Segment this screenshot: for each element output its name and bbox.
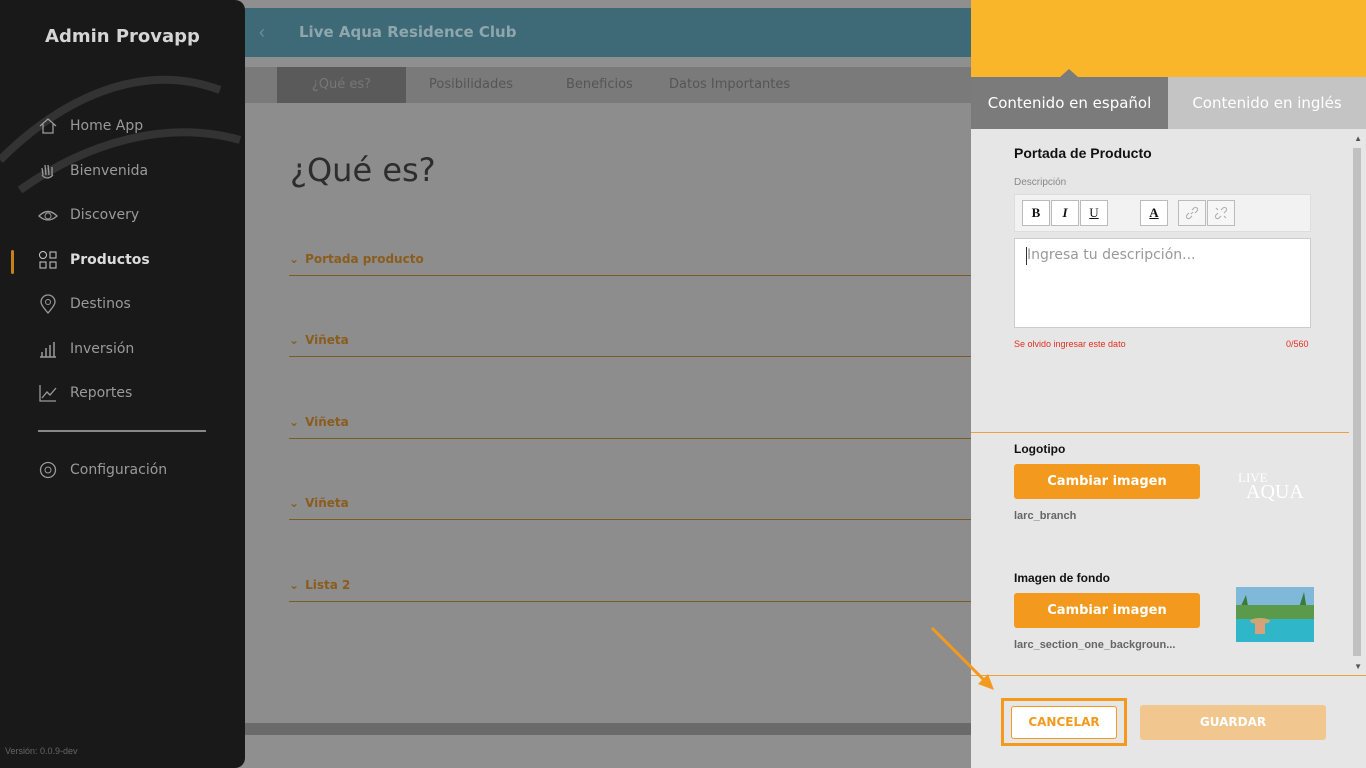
error-message: Se olvido ingresar este dato — [1014, 339, 1126, 349]
chevron-down-icon: ⌄ — [289, 578, 300, 592]
sidebar-item-label: Reportes — [70, 385, 133, 401]
grid-icon — [39, 251, 57, 269]
character-counter: 0/560 — [1286, 339, 1309, 349]
panel-footer: CANCELAR GUARDAR — [971, 675, 1366, 768]
accordion-label: Lista 2 — [305, 578, 351, 592]
chevron-down-icon: ⌄ — [289, 252, 300, 266]
line-chart-icon — [39, 385, 57, 402]
sidebar-item-label: Inversión — [70, 341, 135, 357]
sidebar-item-configuracion[interactable]: Configuración — [38, 460, 167, 480]
active-indicator — [11, 250, 14, 274]
gear-icon — [39, 461, 57, 479]
underline-button[interactable]: U — [1080, 200, 1108, 226]
main-content: ¿Qué es? ⌄ Portada producto ⌄ Viñeta ⌄ Viñe… — [245, 103, 971, 723]
sidebar-item-inversion[interactable]: Inversión — [38, 339, 134, 359]
annotation-arrow-icon — [930, 626, 994, 690]
italic-button[interactable]: I — [1051, 200, 1079, 226]
chevron-down-icon: ⌄ — [289, 415, 300, 429]
page-title: ¿Qué es? — [290, 151, 436, 189]
accordion-label: Portada producto — [305, 252, 424, 266]
page-header: ‹ Live Aqua Residence Club — [245, 8, 971, 57]
sidebar-item-label: Discovery — [70, 207, 140, 223]
logo-text-bottom: AQUA — [1246, 481, 1304, 503]
unlink-icon[interactable] — [1207, 200, 1235, 226]
sidebar-item-label: Destinos — [70, 296, 131, 312]
sidebar: Admin Provapp Home App Bienvenida Discov… — [0, 0, 245, 768]
accordion-portada[interactable]: ⌄ Portada producto — [289, 252, 971, 276]
text-color-button[interactable]: A — [1140, 200, 1168, 226]
chevron-down-icon: ⌄ — [289, 333, 300, 347]
sidebar-item-label: Home App — [70, 118, 144, 134]
location-pin-icon — [40, 294, 56, 314]
bold-button[interactable]: B — [1022, 200, 1050, 226]
section-divider — [971, 432, 1349, 433]
sidebar-divider — [38, 430, 206, 432]
sidebar-item-home-app[interactable]: Home App — [38, 116, 143, 136]
description-label: Descripción — [1014, 177, 1067, 188]
sidebar-item-reportes[interactable]: Reportes — [38, 383, 132, 403]
accordion-label: Viñeta — [305, 333, 349, 347]
tab-posibilidades[interactable]: Posibilidades — [429, 67, 513, 103]
home-icon — [39, 118, 57, 134]
cover-title: Portada de Producto — [1014, 145, 1152, 161]
sidebar-item-destinos[interactable]: Destinos — [38, 294, 131, 314]
background-filename: larc_section_one_backgroun... — [1014, 639, 1176, 651]
logo-preview: LIVE AQUA — [1236, 466, 1316, 504]
tab-que-es[interactable]: ¿Qué es? — [277, 67, 406, 103]
active-tab-notch — [1060, 69, 1078, 77]
description-placeholder: Ingresa tu descripción... — [1027, 247, 1196, 263]
panel-header — [971, 0, 1366, 77]
tab-contenido-espanol[interactable]: Contenido en español — [971, 77, 1168, 129]
rich-text-toolbar: B I U A — [1014, 194, 1311, 232]
sidebar-item-label: Productos — [70, 252, 150, 268]
tab-datos-importantes[interactable]: Datos Importantes — [669, 67, 790, 103]
sidebar-item-bienvenida[interactable]: Bienvenida — [38, 161, 148, 181]
save-button[interactable]: GUARDAR — [1140, 705, 1326, 740]
sidebar-item-productos[interactable]: Productos — [38, 250, 150, 270]
sidebar-item-discovery[interactable]: Discovery — [38, 205, 139, 225]
cancel-button[interactable]: CANCELAR — [1011, 706, 1117, 739]
accordion-lista-2[interactable]: ⌄ Lista 2 — [289, 578, 971, 602]
description-editor[interactable]: Ingresa tu descripción... — [1014, 238, 1311, 328]
scroll-up-icon[interactable]: ▲ — [1354, 134, 1362, 143]
accordion-vineta-2[interactable]: ⌄ Viñeta — [289, 415, 971, 439]
wave-hand-icon — [41, 164, 54, 179]
tab-contenido-ingles[interactable]: Contenido en inglés — [1168, 77, 1366, 129]
sidebar-item-label: Configuración — [70, 462, 168, 478]
eye-icon — [38, 210, 58, 221]
scroll-down-icon[interactable]: ▼ — [1354, 662, 1362, 671]
tab-beneficios[interactable]: Beneficios — [566, 67, 633, 103]
background-section-title: Imagen de fondo — [1014, 571, 1110, 585]
accordion-label: Viñeta — [305, 496, 349, 510]
bar-chart-icon — [40, 342, 56, 358]
section-tabs: ¿Qué es? Posibilidades Beneficios Datos … — [245, 67, 971, 103]
horizontal-scrollbar[interactable] — [245, 723, 971, 735]
chevron-left-icon[interactable]: ‹ — [259, 22, 265, 43]
edit-panel: Contenido en español Contenido en inglés… — [971, 0, 1366, 768]
change-background-button[interactable]: Cambiar imagen — [1014, 593, 1200, 628]
logo-filename: larc_branch — [1014, 510, 1077, 522]
background-preview — [1236, 587, 1314, 642]
version-label: Versión: 0.0.9-dev — [5, 746, 78, 756]
accordion-label: Viñeta — [305, 415, 349, 429]
link-icon[interactable] — [1178, 200, 1206, 226]
change-logo-button[interactable]: Cambiar imagen — [1014, 464, 1200, 499]
brand-title: Admin Provapp — [45, 26, 200, 47]
accordion-vineta-3[interactable]: ⌄ Viñeta — [289, 496, 971, 520]
page-header-title: Live Aqua Residence Club — [299, 23, 517, 41]
panel-scrollbar[interactable] — [1353, 148, 1361, 656]
sidebar-item-label: Bienvenida — [70, 163, 149, 179]
chevron-down-icon: ⌄ — [289, 496, 300, 510]
logo-section-title: Logotipo — [1014, 442, 1066, 456]
accordion-vineta-1[interactable]: ⌄ Viñeta — [289, 333, 971, 357]
